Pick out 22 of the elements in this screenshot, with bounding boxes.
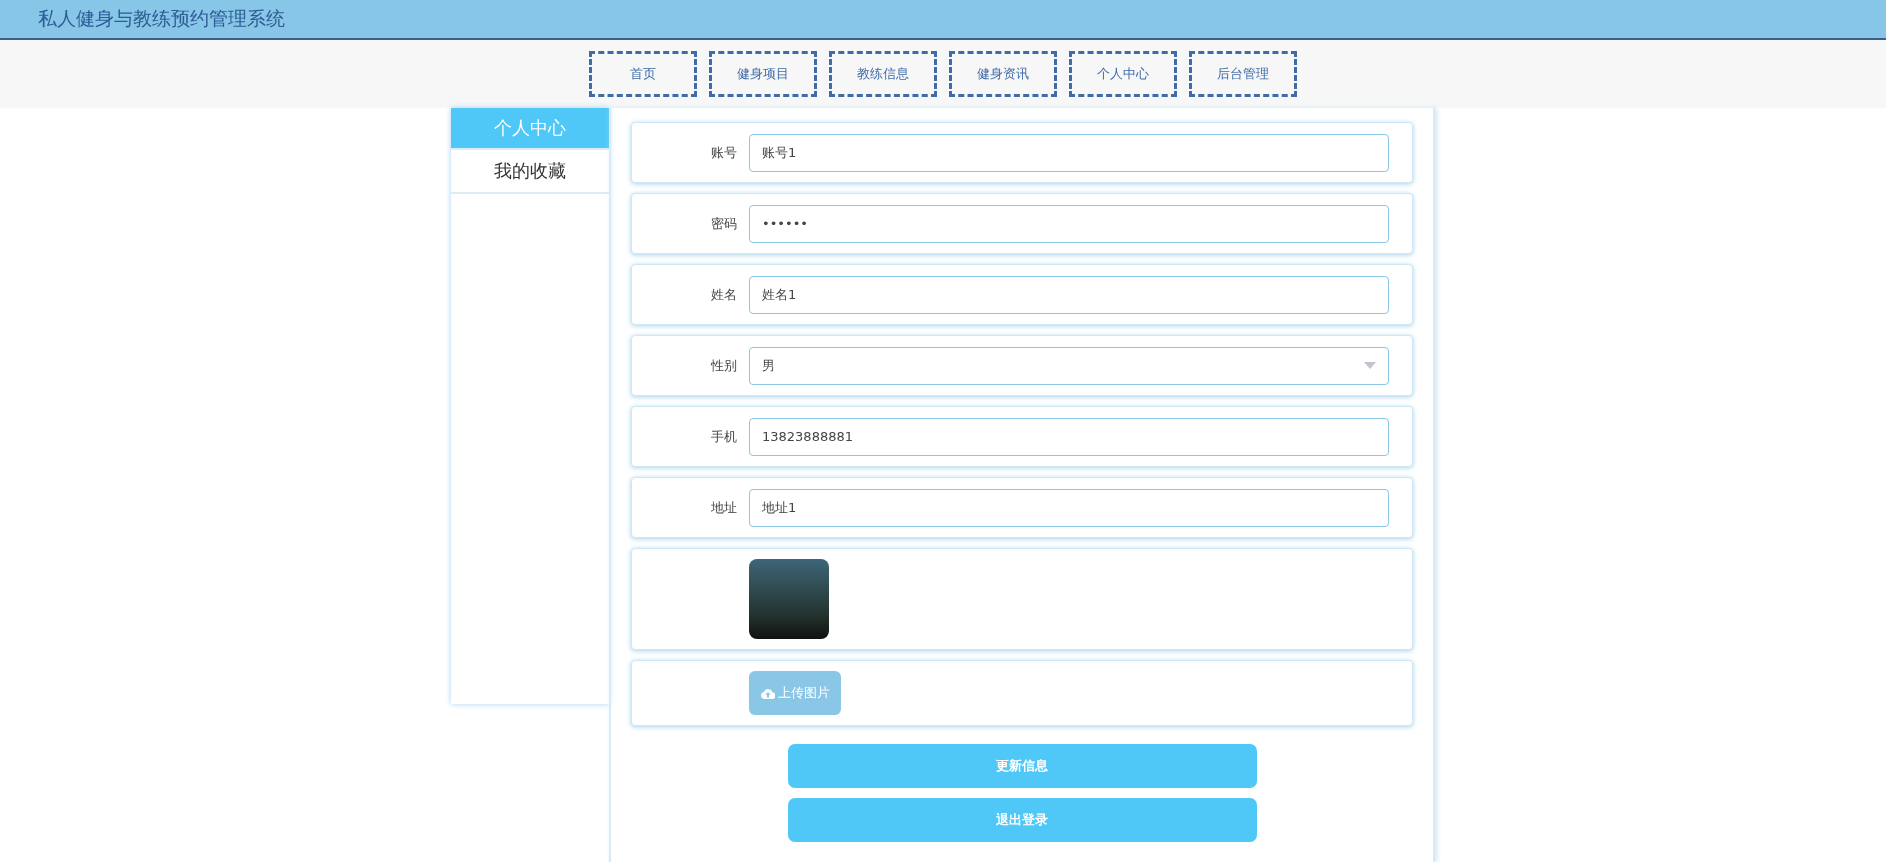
input-field[interactable]: 13823888881 <box>749 417 1389 456</box>
input-field[interactable]: 姓名1 <box>749 275 1389 314</box>
cloud-upload-icon <box>760 687 775 699</box>
nav-link[interactable]: 健身项目 <box>709 51 817 97</box>
nav-link[interactable]: 教练信息 <box>829 51 937 97</box>
select-field[interactable]: 男 <box>749 346 1389 385</box>
field-label: 手机 <box>710 427 737 446</box>
nav-link[interactable]: 健身资讯 <box>949 51 1057 97</box>
nav-link[interactable]: 首页 <box>589 51 697 97</box>
nav-link[interactable]: 个人中心 <box>1069 51 1177 97</box>
input-field[interactable]: •••••• <box>749 204 1389 243</box>
nav-link[interactable]: 后台管理 <box>1189 51 1297 97</box>
input-field[interactable]: 地址1 <box>749 488 1389 527</box>
field-label: 性别 <box>710 356 737 375</box>
site-title: 私人健身与教练预约管理系统 <box>38 6 285 31</box>
field-label: 姓名 <box>710 285 737 304</box>
caret-icon <box>1364 362 1376 369</box>
input-field[interactable]: 账号1 <box>749 133 1389 172</box>
field-label: 账号 <box>710 143 737 162</box>
field-label: 地址 <box>710 498 737 517</box>
field-label: 密码 <box>710 214 737 233</box>
sidebar-item[interactable]: 我的收藏 <box>451 150 609 194</box>
